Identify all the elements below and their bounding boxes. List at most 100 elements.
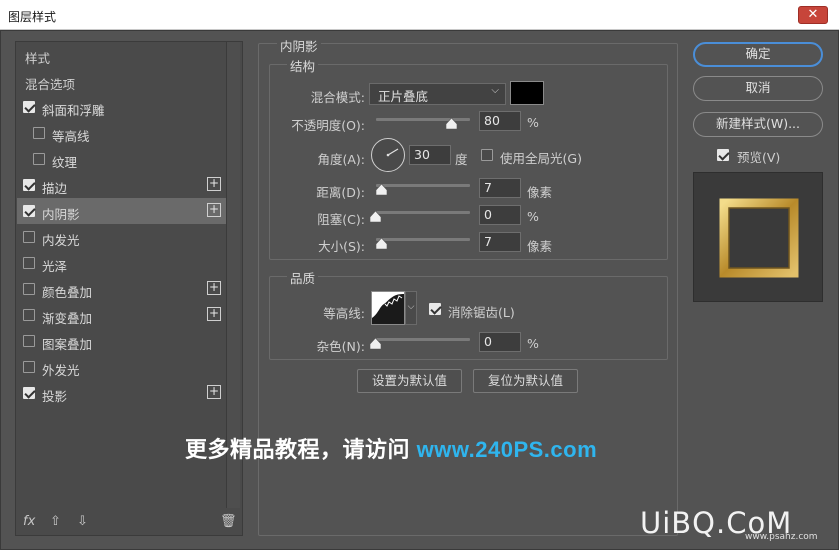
- choke-slider-thumb[interactable]: [370, 211, 381, 222]
- choke-label: 阻塞(C):: [317, 212, 365, 227]
- anti-alias-label: 消除锯齿(L): [448, 305, 515, 320]
- opacity-unit: %: [527, 115, 539, 130]
- list-item-styles[interactable]: 样式: [17, 42, 227, 68]
- list-item-label: 投影: [42, 389, 68, 404]
- quality-title: 品质: [287, 268, 319, 287]
- opacity-slider-thumb[interactable]: [446, 118, 457, 129]
- distance-label: 距离(D):: [316, 185, 365, 200]
- list-item-label: 内阴影: [42, 207, 80, 222]
- title-bar: 图层样式 ✕: [0, 0, 839, 30]
- bevel-emboss-checkbox[interactable]: [23, 101, 35, 113]
- chevron-down-icon[interactable]: ⌵: [405, 291, 417, 325]
- add-inner-shadow-button[interactable]: +: [207, 203, 221, 217]
- structure-title: 结构: [287, 56, 319, 75]
- trash-icon[interactable]: 🗑: [220, 514, 237, 529]
- color-overlay-checkbox[interactable]: [23, 283, 35, 295]
- list-item-label: 样式: [25, 51, 51, 66]
- size-slider-thumb[interactable]: [376, 238, 387, 249]
- list-item-label: 外发光: [42, 363, 80, 378]
- list-item-texture[interactable]: 纹理: [17, 146, 227, 172]
- distance-slider-thumb[interactable]: [376, 184, 387, 195]
- ok-button[interactable]: 确定: [693, 42, 823, 67]
- pattern-overlay-checkbox[interactable]: [23, 335, 35, 347]
- preview-label: 预览(V): [737, 150, 781, 165]
- reset-default-button[interactable]: 复位为默认值: [473, 369, 578, 393]
- preview-checkbox[interactable]: [717, 149, 729, 161]
- choke-unit: %: [527, 209, 539, 224]
- angle-input[interactable]: 30: [409, 145, 451, 165]
- noise-slider-track[interactable]: [376, 338, 470, 341]
- list-item-inner-glow[interactable]: 内发光: [17, 224, 227, 250]
- list-item-stroke[interactable]: 描边 +: [17, 172, 227, 198]
- make-default-button[interactable]: 设置为默认值: [357, 369, 462, 393]
- global-light-label: 使用全局光(G): [500, 151, 582, 166]
- size-unit: 像素: [527, 239, 553, 254]
- blend-mode-label: 混合模式:: [310, 90, 365, 105]
- list-item-label: 图案叠加: [42, 337, 93, 352]
- list-item-satin[interactable]: 光泽: [17, 250, 227, 276]
- list-item-label: 渐变叠加: [42, 311, 93, 326]
- list-item-gradient-overlay[interactable]: 渐变叠加 +: [17, 302, 227, 328]
- global-light-checkbox[interactable]: [481, 149, 493, 161]
- fx-icon[interactable]: fx: [23, 514, 35, 529]
- angle-unit: 度: [455, 152, 468, 167]
- add-drop-shadow-button[interactable]: +: [207, 385, 221, 399]
- new-style-button[interactable]: 新建样式(W)...: [693, 112, 823, 137]
- shadow-color-swatch[interactable]: [510, 81, 544, 105]
- satin-checkbox[interactable]: [23, 257, 35, 269]
- anti-alias-checkbox[interactable]: [429, 303, 441, 315]
- list-item-label: 纹理: [52, 155, 78, 170]
- close-button[interactable]: ✕: [798, 6, 828, 24]
- list-item-contour[interactable]: 等高线: [17, 120, 227, 146]
- blend-mode-value: 正片叠底: [378, 89, 429, 104]
- contour-picker[interactable]: [371, 291, 405, 325]
- size-input[interactable]: 7: [479, 232, 521, 252]
- opacity-input[interactable]: 80: [479, 111, 521, 131]
- inner-shadow-checkbox[interactable]: [23, 205, 35, 217]
- angle-dial[interactable]: [371, 138, 405, 172]
- distance-input[interactable]: 7: [479, 178, 521, 198]
- list-item-label: 描边: [42, 181, 68, 196]
- list-item-label: 等高线: [52, 129, 90, 144]
- watermark-url: www.240PS.com: [416, 437, 598, 462]
- inner-glow-checkbox[interactable]: [23, 231, 35, 243]
- contour-checkbox[interactable]: [33, 127, 45, 139]
- cancel-button[interactable]: 取消: [693, 76, 823, 101]
- style-preview: [693, 172, 823, 302]
- list-item-label: 光泽: [42, 259, 68, 274]
- choke-slider-track[interactable]: [376, 211, 470, 214]
- choke-input[interactable]: 0: [479, 205, 521, 225]
- chevron-down-icon: ⌵: [491, 85, 499, 96]
- tutorial-watermark: 更多精品教程，请访问 www.240PS.com: [185, 432, 597, 464]
- size-slider-track[interactable]: [376, 238, 470, 241]
- list-item-pattern-overlay[interactable]: 图案叠加: [17, 328, 227, 354]
- drop-shadow-checkbox[interactable]: [23, 387, 35, 399]
- gold-frame-preview: [719, 198, 799, 278]
- style-list-footer: fx ⇧ ⇩ 🗑: [15, 510, 243, 534]
- list-item-drop-shadow[interactable]: 投影 +: [17, 380, 227, 406]
- list-item-color-overlay[interactable]: 颜色叠加 +: [17, 276, 227, 302]
- add-stroke-button[interactable]: +: [207, 177, 221, 191]
- stroke-checkbox[interactable]: [23, 179, 35, 191]
- texture-checkbox[interactable]: [33, 153, 45, 165]
- gradient-overlay-checkbox[interactable]: [23, 309, 35, 321]
- angle-label: 角度(A):: [317, 152, 365, 167]
- list-item-bevel-emboss[interactable]: 斜面和浮雕: [17, 94, 227, 120]
- opacity-label: 不透明度(O):: [291, 118, 365, 133]
- distance-slider-track[interactable]: [376, 184, 470, 187]
- list-item-inner-shadow[interactable]: 内阴影 +: [17, 198, 227, 224]
- outer-glow-checkbox[interactable]: [23, 361, 35, 373]
- list-item-label: 混合选项: [25, 77, 76, 92]
- move-up-icon[interactable]: ⇧: [50, 514, 61, 529]
- list-item-outer-glow[interactable]: 外发光: [17, 354, 227, 380]
- blend-mode-select[interactable]: 正片叠底 ⌵: [369, 83, 506, 105]
- add-gradient-overlay-button[interactable]: +: [207, 307, 221, 321]
- list-item-blending-options[interactable]: 混合选项: [17, 68, 227, 94]
- move-down-icon[interactable]: ⇩: [77, 514, 88, 529]
- add-color-overlay-button[interactable]: +: [207, 281, 221, 295]
- contour-label: 等高线:: [323, 306, 365, 321]
- noise-label: 杂色(N):: [316, 339, 365, 354]
- window-title: 图层样式: [8, 10, 57, 24]
- noise-slider-thumb[interactable]: [370, 338, 381, 349]
- noise-input[interactable]: 0: [479, 332, 521, 352]
